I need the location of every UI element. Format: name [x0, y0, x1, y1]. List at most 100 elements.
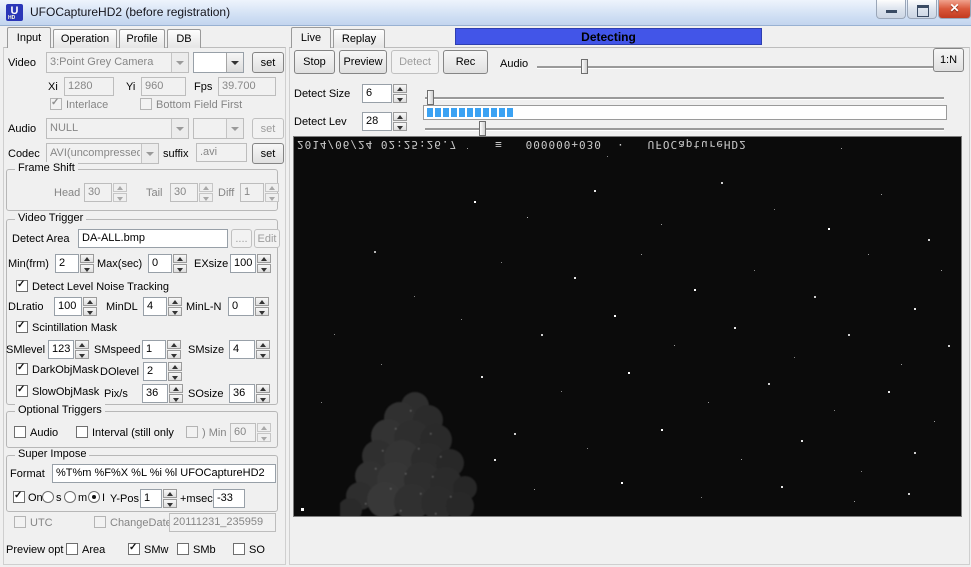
detect-size-spinner[interactable]: 6	[362, 84, 407, 103]
minln-spinner[interactable]: 0	[228, 297, 269, 316]
super-impose-title: Super Impose	[15, 448, 90, 460]
audio-slider-thumb[interactable]	[581, 59, 588, 74]
scintillation-label: Scintillation Mask	[32, 322, 117, 334]
star	[860, 470, 862, 472]
sosize-spinner[interactable]: 36	[229, 384, 270, 403]
changedate-field: 20111231_235959	[169, 513, 276, 532]
detect-level-meter	[423, 105, 947, 120]
codec-label: Codec	[8, 148, 40, 160]
minimize-button[interactable]	[876, 0, 906, 19]
impose-on-checkbox[interactable]	[13, 490, 25, 503]
title-bar[interactable]: U HD UFOCaptureHD2 (before registration) …	[0, 0, 971, 26]
detect-size-slider-track[interactable]	[425, 97, 944, 99]
smlevel-spinner[interactable]: 123	[48, 340, 89, 359]
maximize-button[interactable]	[907, 0, 937, 19]
preview-smw-checkbox[interactable]	[128, 542, 140, 555]
preview-so-checkbox[interactable]	[233, 543, 245, 555]
video-label: Video	[8, 57, 36, 69]
star	[900, 364, 902, 366]
scintillation-checkbox[interactable]	[16, 320, 28, 333]
star	[827, 227, 830, 230]
stop-button[interactable]: Stop	[294, 50, 335, 74]
star	[527, 216, 529, 218]
interval-checkbox[interactable]	[76, 426, 88, 438]
mindl-label: MinDL	[106, 301, 138, 313]
interval-min-checkbox	[186, 426, 198, 438]
detect-lev-spinner[interactable]: 28	[362, 112, 407, 131]
preview-smb-checkbox[interactable]	[177, 543, 189, 555]
dolevel-spinner[interactable]: 2	[143, 362, 182, 381]
yi-label: Yi	[126, 81, 136, 93]
slow-obj-mask-checkbox[interactable]	[16, 384, 28, 397]
min-frm-spinner[interactable]: 2	[55, 254, 94, 273]
detect-button: Detect	[391, 50, 439, 74]
tab-live[interactable]: Live	[291, 27, 331, 48]
detect-lev-slider-track[interactable]	[425, 128, 944, 130]
live-video-feed[interactable]: 2014/06/24 02:25:26.7 ≡ 000000+030 · UFO…	[293, 136, 962, 517]
status-banner: Detecting	[455, 28, 762, 45]
bottom-field-first-checkbox	[140, 98, 152, 110]
close-button[interactable]: ✕	[938, 0, 971, 19]
star	[834, 409, 836, 411]
star	[380, 364, 382, 366]
interval-label: Interval (still only	[92, 427, 174, 439]
detect-size-slider-thumb[interactable]	[427, 90, 434, 105]
chevron-down-icon[interactable]	[226, 53, 243, 72]
tab-operation[interactable]: Operation	[53, 29, 117, 48]
detect-lev-slider-thumb[interactable]	[479, 121, 486, 136]
impose-s-radio[interactable]	[42, 491, 54, 503]
changedate-label: ChangeDate	[110, 517, 172, 529]
impose-i-label: I	[102, 492, 106, 504]
smsize-spinner[interactable]: 4	[229, 340, 270, 359]
star	[500, 262, 502, 264]
tab-db[interactable]: DB	[167, 29, 201, 48]
tab-replay[interactable]: Replay	[333, 29, 385, 48]
max-sec-spinner[interactable]: 0	[148, 254, 187, 273]
preview-button[interactable]: Preview	[339, 50, 387, 74]
star	[614, 315, 617, 318]
audio-slider-track[interactable]	[537, 66, 947, 68]
smspeed-spinner[interactable]: 1	[142, 340, 181, 359]
optional-audio-label: Audio	[30, 427, 59, 439]
tab-profile[interactable]: Profile	[119, 29, 165, 48]
tail-spinner: 30	[170, 183, 213, 202]
star	[374, 250, 377, 253]
detect-area-field[interactable]: DA-ALL.bmp	[78, 229, 228, 248]
format-field[interactable]: %T%m %F%X %L %i %l UFOCaptureHD2	[52, 464, 276, 483]
video-set-button[interactable]: set	[252, 52, 284, 73]
impose-on-label: On	[28, 492, 43, 504]
star	[914, 451, 917, 454]
star	[754, 269, 756, 271]
ypos-spinner[interactable]: 1	[140, 489, 177, 508]
noise-tracking-checkbox[interactable]	[16, 279, 28, 292]
preview-opt-label: Preview opt	[6, 544, 64, 556]
meter-segment	[475, 108, 481, 117]
head-label: Head	[54, 187, 81, 199]
star	[740, 459, 742, 461]
ratio-button[interactable]: 1:N	[933, 48, 964, 72]
dark-obj-mask-checkbox[interactable]	[16, 362, 28, 375]
star	[947, 345, 950, 348]
impose-i-radio[interactable]	[88, 491, 100, 503]
codec-set-button[interactable]: set	[252, 143, 284, 164]
pixs-spinner[interactable]: 36	[142, 384, 183, 403]
optional-audio-checkbox[interactable]	[14, 426, 26, 438]
fps-field: 39.700	[218, 77, 276, 96]
tab-input[interactable]: Input	[7, 27, 51, 48]
star	[560, 390, 562, 392]
preview-area-label: Area	[82, 544, 106, 556]
star	[534, 489, 536, 491]
xi-label: Xi	[48, 81, 58, 93]
dolevel-label: DOlevel	[100, 366, 140, 378]
dlratio-spinner[interactable]: 100	[54, 297, 97, 316]
codec-combo: AVI(uncompressed	[46, 143, 159, 164]
impose-m-radio[interactable]	[64, 491, 76, 503]
preview-area-checkbox[interactable]	[66, 543, 78, 555]
mindl-spinner[interactable]: 4	[143, 297, 182, 316]
msec-field[interactable]: -33	[213, 489, 245, 508]
rec-button[interactable]: Rec	[443, 50, 488, 74]
edit-button: Edit	[254, 229, 280, 248]
video-mode-combo[interactable]	[193, 52, 244, 73]
star	[774, 209, 776, 210]
exsize-spinner[interactable]: 100	[230, 254, 271, 273]
